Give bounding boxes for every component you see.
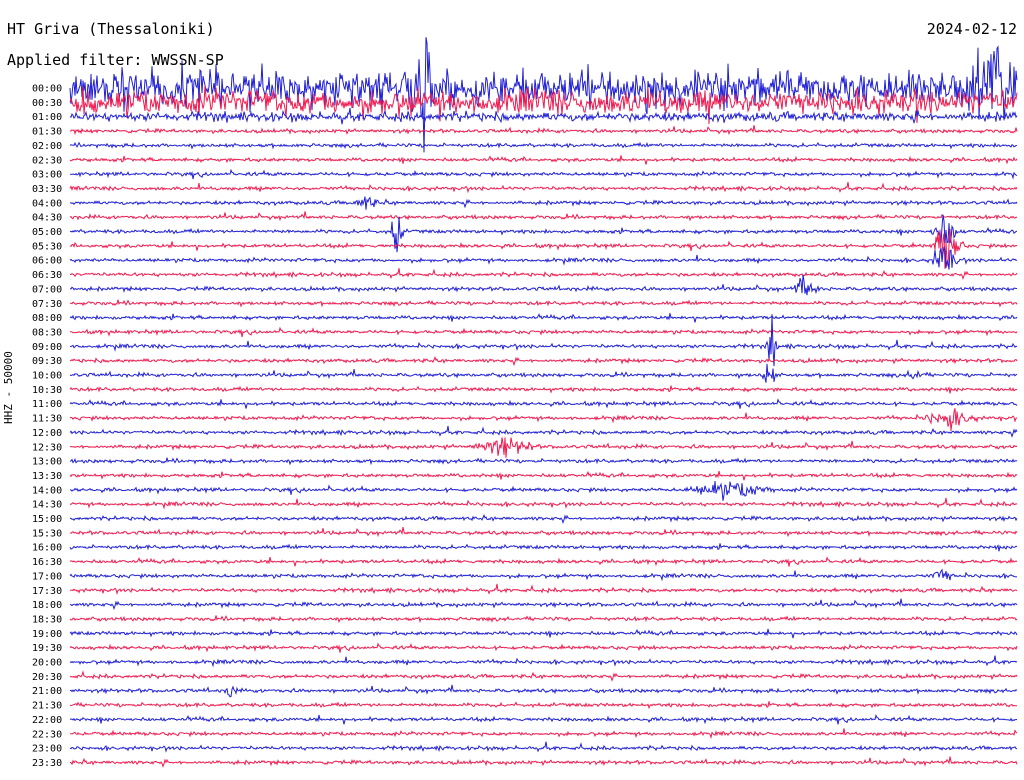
- time-tick-label: 03:30: [32, 184, 62, 195]
- trace-line: [70, 583, 1018, 595]
- time-tick-label: 16:00: [32, 543, 62, 554]
- trace-line: [69, 497, 1018, 510]
- trace-line: [69, 684, 1018, 698]
- trace-line: [69, 125, 1018, 136]
- time-tick-label: 17:30: [32, 586, 62, 597]
- time-tick-label: 02:00: [32, 141, 62, 152]
- time-tick-label: 04:30: [32, 213, 62, 224]
- time-tick-label: 10:30: [32, 385, 62, 396]
- trace-line: [69, 107, 1018, 125]
- trace-line: [69, 437, 1018, 458]
- trace-line: [69, 408, 1018, 431]
- trace-line: [70, 268, 1018, 281]
- trace-line: [69, 398, 1018, 409]
- time-tick-label: 03:00: [32, 170, 62, 181]
- trace-line: [69, 363, 1018, 383]
- time-tick-label: 15:30: [32, 528, 62, 539]
- trace-line: [69, 425, 1018, 438]
- trace-line: [69, 155, 1018, 165]
- time-tick-label: 19:00: [32, 629, 62, 640]
- time-tick-label: 06:30: [32, 270, 62, 281]
- time-tick-labels: 00:00 00:30 01:00 01:30 02:00 02:30 03:00 03:30…: [32, 84, 62, 769]
- time-tick-label: 01:00: [32, 112, 62, 123]
- time-tick-label: 11:00: [32, 399, 62, 410]
- trace-lines: [69, 37, 1018, 768]
- time-tick-label: 06:00: [32, 256, 62, 267]
- trace-line: [69, 168, 1018, 180]
- filter-label: Applied filter: WWSSN-SP: [7, 51, 224, 69]
- time-tick-label: 04:00: [32, 198, 62, 209]
- time-tick-label: 10:00: [32, 371, 62, 382]
- trace-line: [69, 728, 1018, 740]
- time-tick-label: 19:30: [32, 643, 62, 654]
- trace-line: [70, 274, 1017, 296]
- time-tick-label: 09:00: [32, 342, 62, 353]
- time-tick-label: 21:00: [32, 686, 62, 697]
- trace-line: [69, 543, 1018, 552]
- trace-line: [69, 211, 1018, 222]
- time-tick-label: 22:30: [32, 729, 62, 740]
- trace-line: [69, 615, 1018, 624]
- trace-line: [69, 246, 1018, 270]
- trace-line: [69, 326, 1018, 338]
- time-tick-label: 12:30: [32, 442, 62, 453]
- time-tick-label: 20:30: [32, 672, 62, 683]
- trace-line: [69, 714, 1018, 725]
- time-tick-label: 05:00: [32, 227, 62, 238]
- time-tick-label: 21:30: [32, 701, 62, 712]
- trace-line: [69, 556, 1018, 567]
- time-tick-label: 22:00: [32, 715, 62, 726]
- trace-line: [69, 670, 1018, 682]
- time-tick-label: 18:00: [32, 600, 62, 611]
- time-tick-label: 14:30: [32, 500, 62, 511]
- time-tick-label: 08:00: [32, 313, 62, 324]
- time-tick-label: 05:30: [32, 241, 62, 252]
- trace-line: [70, 356, 1018, 367]
- trace-line: [69, 481, 1018, 501]
- trace-line: [69, 196, 1018, 210]
- trace-line: [69, 628, 1018, 639]
- time-tick-label: 01:30: [32, 127, 62, 138]
- time-tick-label: 17:00: [32, 571, 62, 582]
- trace-line: [69, 756, 1018, 768]
- trace-line: [69, 299, 1018, 308]
- time-tick-label: 20:00: [32, 658, 62, 669]
- trace-line: [69, 642, 1018, 653]
- time-tick-label: 11:30: [32, 414, 62, 425]
- trace-line: [69, 568, 1018, 582]
- trace-line: [69, 314, 1018, 367]
- trace-line: [69, 526, 1018, 538]
- helicorder-plot: 00:00 00:30 01:00 01:30 02:00 02:30 03:00 03:30…: [32, 37, 1018, 769]
- time-tick-label: 12:00: [32, 428, 62, 439]
- trace-line: [69, 741, 1018, 753]
- time-tick-label: 07:00: [32, 284, 62, 295]
- time-tick-label: 08:30: [32, 327, 62, 338]
- trace-line: [69, 228, 1018, 269]
- time-tick-label: 23:00: [32, 744, 62, 755]
- channel-label: HHZ - 50000: [2, 351, 15, 424]
- time-tick-label: 00:30: [32, 98, 62, 109]
- trace-line: [69, 470, 1018, 481]
- time-tick-label: 16:30: [32, 557, 62, 568]
- trace-line: [69, 701, 1018, 710]
- trace-line: [69, 182, 1018, 194]
- time-tick-label: 02:30: [32, 155, 62, 166]
- trace-line: [69, 385, 1018, 394]
- time-tick-label: 09:30: [32, 356, 62, 367]
- trace-line: [69, 655, 1018, 668]
- trace-line: [69, 513, 1018, 525]
- time-tick-label: 15:00: [32, 514, 62, 525]
- time-tick-label: 13:30: [32, 471, 62, 482]
- trace-line: [69, 457, 1018, 466]
- time-tick-label: 13:00: [32, 457, 62, 468]
- time-tick-label: 00:00: [32, 84, 62, 95]
- time-tick-label: 07:30: [32, 299, 62, 310]
- trace-line: [69, 598, 1018, 611]
- trace-line: [69, 141, 1018, 150]
- time-tick-label: 23:30: [32, 758, 62, 769]
- time-tick-label: 14:00: [32, 485, 62, 496]
- trace-line: [69, 313, 1018, 323]
- time-tick-label: 18:30: [32, 614, 62, 625]
